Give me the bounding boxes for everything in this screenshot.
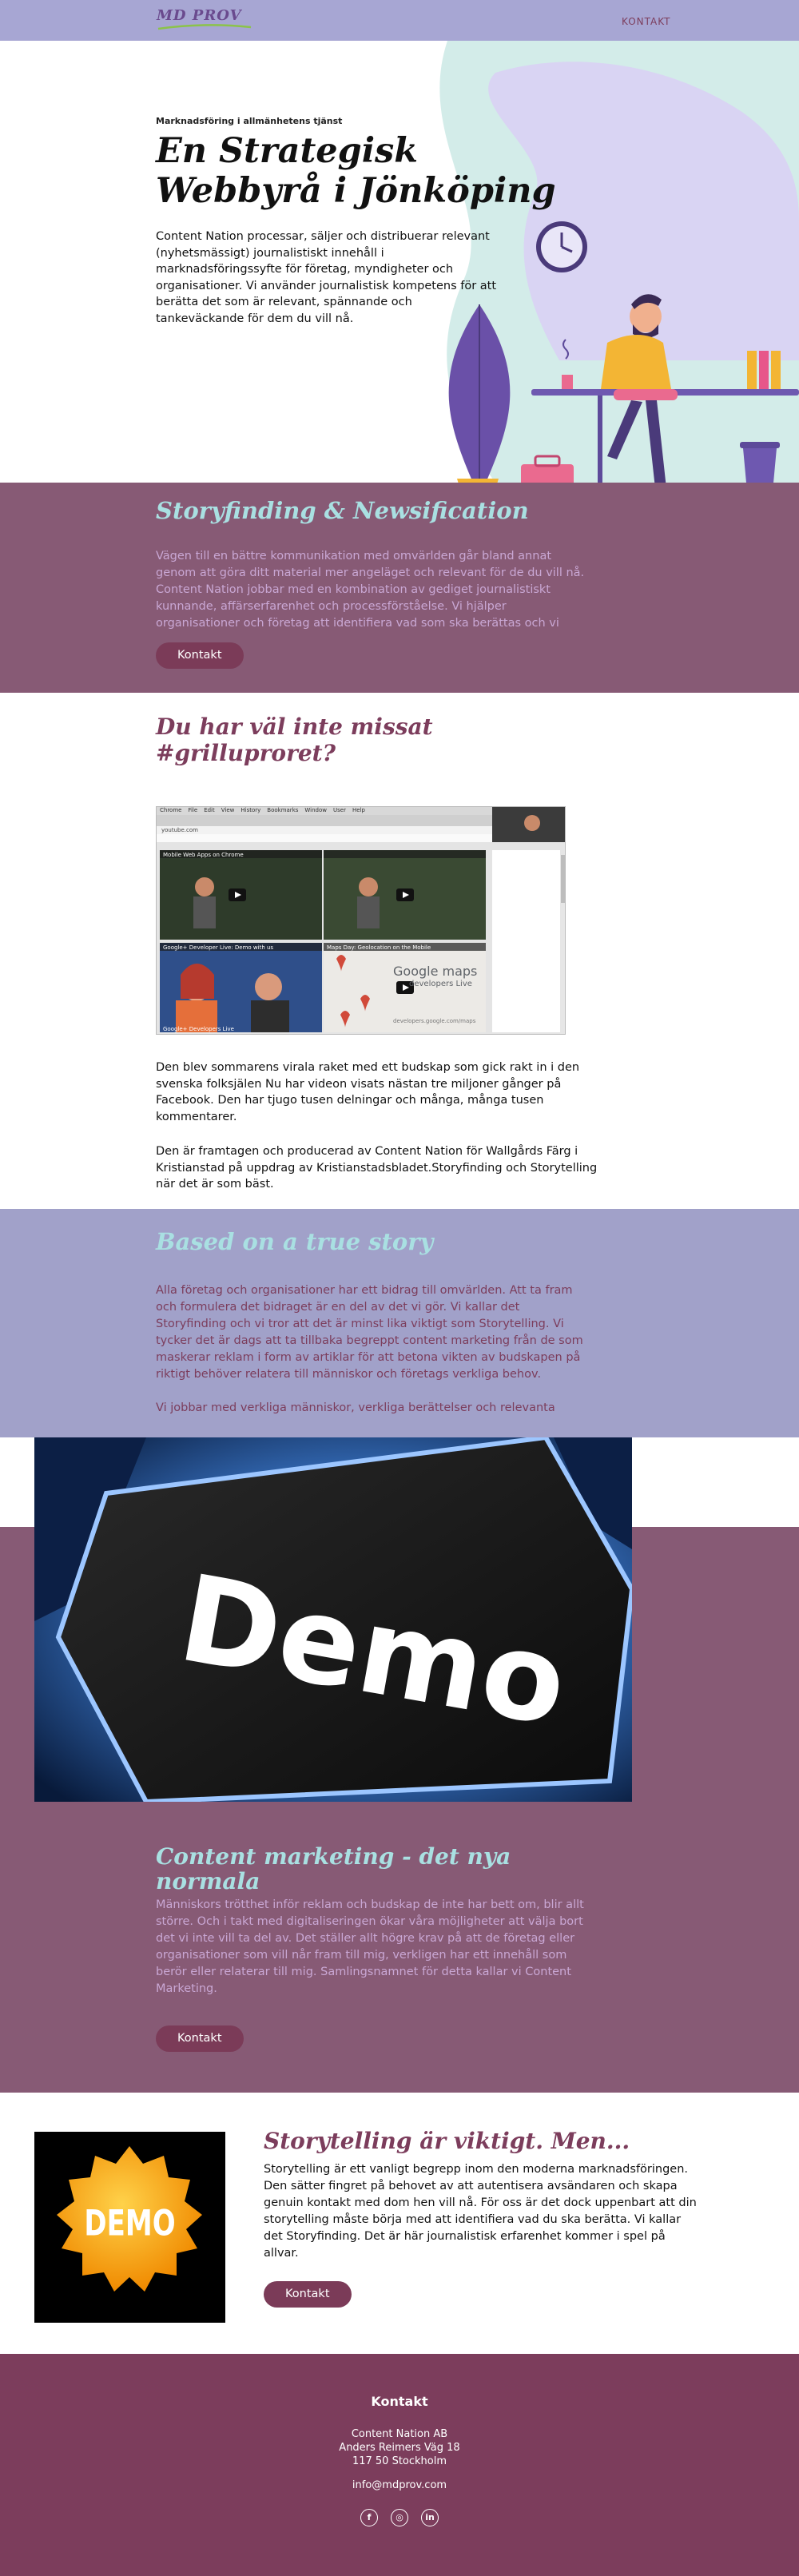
top-nav: MD PROV KONTAKT: [0, 0, 799, 41]
content-marketing-text: Människors trötthet inför reklam och bud…: [156, 1898, 584, 1995]
storytelling-kontakt-button[interactable]: Kontakt: [264, 2281, 352, 2308]
storyfinding-section: Storyfinding & Newsification Vägen till …: [0, 483, 799, 693]
truestory-paragraph-2: Vi jobbar med verkliga människor, verkli…: [156, 1401, 555, 1414]
menu-item: File: [188, 807, 198, 813]
content-marketing-section: Demo Content marketing - det nya normala…: [0, 1437, 799, 2093]
video-screenshot[interactable]: Google maps developers Live developers.g…: [156, 806, 566, 1035]
menu-item: Bookmarks: [267, 807, 299, 813]
clock-icon: [536, 221, 587, 272]
instagram-icon[interactable]: ◎: [391, 2509, 408, 2526]
footer: Kontakt Content Nation AB Anders Reimers…: [0, 2354, 799, 2576]
browser-menu: Chrome File Edit View History Bookmarks …: [160, 807, 365, 813]
hero-text: Content Nation processar, säljer och dis…: [156, 230, 497, 325]
truestory-text: Alla företag och organisationer har ett …: [156, 1282, 591, 1417]
menu-item: View: [221, 807, 235, 813]
site-logo[interactable]: MD PROV: [157, 7, 242, 24]
grill-paragraph-2: Den är framtagen och producerad av Conte…: [156, 1145, 598, 1191]
storytelling-text: Storytelling är ett vanligt begrepp inom…: [264, 2163, 697, 2260]
nav-link-kontakt[interactable]: KONTAKT: [622, 16, 671, 27]
storytelling-section: DEMO Storytelling är viktigt. Men... Sto…: [0, 2093, 799, 2354]
video-screenshot-illustration: [157, 807, 565, 1034]
menu-item: Window: [304, 807, 327, 813]
logo-swoosh-icon: [157, 24, 252, 30]
footer-socials: f ◎ in: [0, 2509, 799, 2526]
tile-caption: Google+ Developer Live: Demo with us: [163, 944, 274, 951]
tile-caption: Maps Day: Geolocation on the Mobile: [327, 944, 431, 951]
footer-heading: Kontakt: [371, 2394, 428, 2409]
truestory-section: Based on a true story Alla företag och o…: [0, 1209, 799, 1437]
linkedin-icon[interactable]: in: [421, 2509, 439, 2526]
menu-item: History: [240, 807, 261, 813]
footer-email-link[interactable]: info@mdprov.com: [0, 2479, 799, 2491]
storyfinding-text: Vägen till en bättre kommunikation med o…: [156, 550, 585, 630]
browser-address: youtube.com: [161, 827, 198, 833]
menu-item: Edit: [204, 807, 215, 813]
footer-address: Content Nation AB Anders Reimers Väg 18 …: [0, 2427, 799, 2468]
content-marketing-kontakt-button[interactable]: Kontakt: [156, 2025, 244, 2052]
demo-key-image: Demo: [34, 1437, 632, 1802]
facebook-icon[interactable]: f: [360, 2509, 378, 2526]
truestory-heading: Based on a true story: [156, 1228, 434, 1255]
footer-company: Content Nation AB: [351, 2428, 448, 2440]
grill-heading: Du har väl inte missat #grilluproret?: [156, 714, 433, 766]
maps-url: developers.google.com/maps: [393, 1018, 476, 1024]
truestory-paragraph-1: Alla företag och organisationer har ett …: [156, 1284, 583, 1381]
grill-paragraph-1: Den blev sommarens virala raket med ett …: [156, 1061, 580, 1123]
grill-section: Du har väl inte missat #grilluproret? Go…: [0, 693, 799, 1209]
footer-street: Anders Reimers Väg 18: [339, 2442, 460, 2454]
maps-title: Google maps: [393, 964, 478, 979]
demo-badge-label: DEMO: [84, 2203, 176, 2244]
maps-subtitle: developers Live: [409, 980, 472, 988]
hero-title: En Strategisk Webbyrå i Jönköping: [156, 131, 556, 211]
menu-item: Help: [352, 807, 365, 813]
demo-badge-image: DEMO: [34, 2132, 225, 2323]
storytelling-heading: Storytelling är viktigt. Men...: [264, 2128, 630, 2154]
hero-eyebrow: Marknadsföring i allmänhetens tjänst: [156, 116, 343, 126]
footer-city: 117 50 Stockholm: [352, 2455, 447, 2467]
storyfinding-heading: Storyfinding & Newsification: [156, 497, 529, 524]
storyfinding-kontakt-button[interactable]: Kontakt: [156, 642, 244, 669]
content-marketing-heading: Content marketing - det nya normala: [156, 1843, 511, 1894]
tile-caption: Mobile Web Apps on Chrome: [163, 852, 244, 858]
menu-item: User: [333, 807, 346, 813]
hero-section: Marknadsföring i allmänhetens tjänst En …: [0, 41, 799, 483]
menu-item: Chrome: [160, 807, 182, 813]
bottom-caption: Google+ Developers Live: [163, 1026, 234, 1032]
